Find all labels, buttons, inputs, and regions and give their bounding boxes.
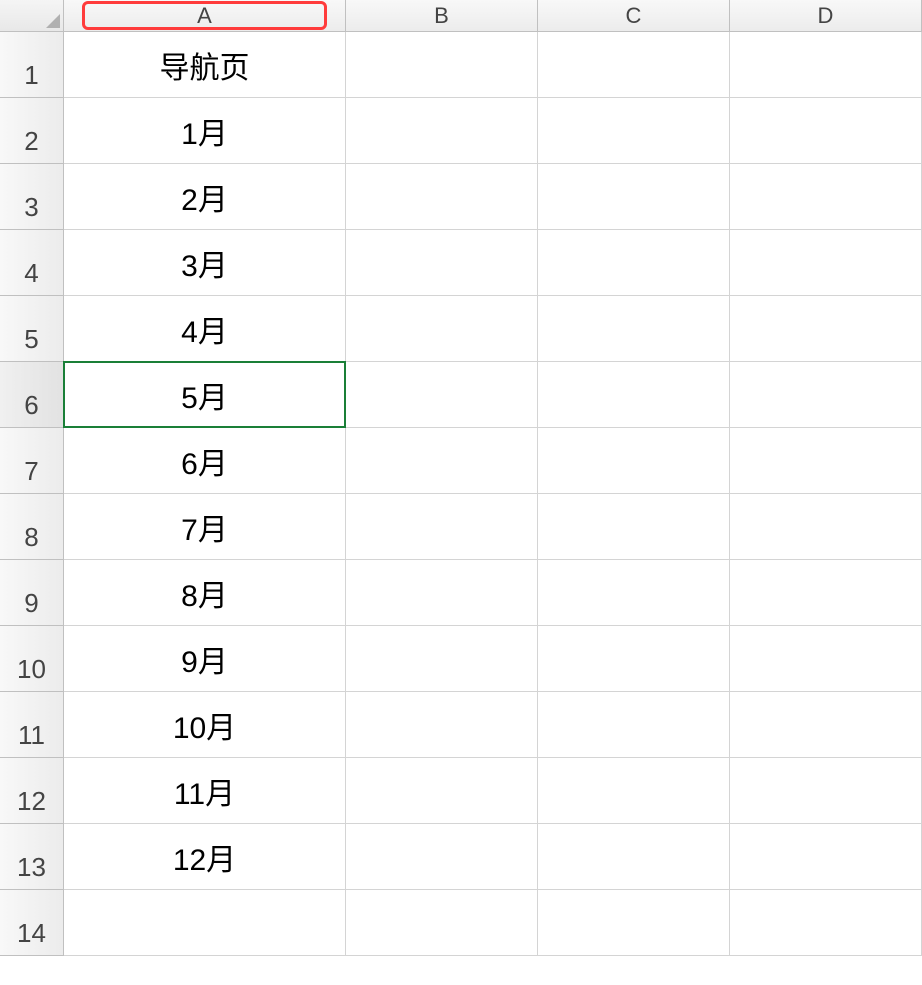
cell-d8[interactable] — [730, 494, 922, 560]
cell-c2[interactable] — [538, 98, 730, 164]
cell-c13[interactable] — [538, 824, 730, 890]
cell-b7[interactable] — [346, 428, 538, 494]
cell-d5[interactable] — [730, 296, 922, 362]
cell-c10[interactable] — [538, 626, 730, 692]
select-all-corner[interactable] — [0, 0, 64, 32]
cell-c4[interactable] — [538, 230, 730, 296]
column-header-a[interactable]: A — [64, 0, 346, 32]
row-header-7[interactable]: 7 — [0, 428, 64, 494]
row-header-5[interactable]: 5 — [0, 296, 64, 362]
column-header-d[interactable]: D — [730, 0, 922, 32]
cell-b6[interactable] — [346, 362, 538, 428]
cell-a3[interactable]: 2月 — [64, 164, 346, 230]
cell-d4[interactable] — [730, 230, 922, 296]
cell-c3[interactable] — [538, 164, 730, 230]
row-header-12[interactable]: 12 — [0, 758, 64, 824]
row-header-2[interactable]: 2 — [0, 98, 64, 164]
cell-a13[interactable]: 12月 — [64, 824, 346, 890]
row-header-14[interactable]: 14 — [0, 890, 64, 956]
cell-b4[interactable] — [346, 230, 538, 296]
cell-b11[interactable] — [346, 692, 538, 758]
cell-a10[interactable]: 9月 — [64, 626, 346, 692]
cell-c7[interactable] — [538, 428, 730, 494]
cell-a9[interactable]: 8月 — [64, 560, 346, 626]
cell-b8[interactable] — [346, 494, 538, 560]
row-header-4[interactable]: 4 — [0, 230, 64, 296]
cell-c5[interactable] — [538, 296, 730, 362]
cell-a11[interactable]: 10月 — [64, 692, 346, 758]
row-header-13[interactable]: 13 — [0, 824, 64, 890]
cell-a12[interactable]: 11月 — [64, 758, 346, 824]
cell-a6[interactable]: 5月 — [64, 362, 346, 428]
row-header-10[interactable]: 10 — [0, 626, 64, 692]
cell-b10[interactable] — [346, 626, 538, 692]
cell-b14[interactable] — [346, 890, 538, 956]
cell-c12[interactable] — [538, 758, 730, 824]
cell-d6[interactable] — [730, 362, 922, 428]
row-header-1[interactable]: 1 — [0, 32, 64, 98]
cell-b12[interactable] — [346, 758, 538, 824]
cell-a2[interactable]: 1月 — [64, 98, 346, 164]
cell-d1[interactable] — [730, 32, 922, 98]
cell-d9[interactable] — [730, 560, 922, 626]
cell-a8[interactable]: 7月 — [64, 494, 346, 560]
cell-d2[interactable] — [730, 98, 922, 164]
cell-c1[interactable] — [538, 32, 730, 98]
cell-c6[interactable] — [538, 362, 730, 428]
cell-b9[interactable] — [346, 560, 538, 626]
row-header-3[interactable]: 3 — [0, 164, 64, 230]
cell-a14[interactable] — [64, 890, 346, 956]
cell-c14[interactable] — [538, 890, 730, 956]
cell-a1[interactable]: 导航页 — [64, 32, 346, 98]
cell-a5[interactable]: 4月 — [64, 296, 346, 362]
cell-c8[interactable] — [538, 494, 730, 560]
row-header-11[interactable]: 11 — [0, 692, 64, 758]
row-header-9[interactable]: 9 — [0, 560, 64, 626]
row-header-6[interactable]: 6 — [0, 362, 64, 428]
cell-d3[interactable] — [730, 164, 922, 230]
cell-c11[interactable] — [538, 692, 730, 758]
cell-b13[interactable] — [346, 824, 538, 890]
cell-b1[interactable] — [346, 32, 538, 98]
cell-b3[interactable] — [346, 164, 538, 230]
column-header-b[interactable]: B — [346, 0, 538, 32]
cell-d7[interactable] — [730, 428, 922, 494]
cell-b2[interactable] — [346, 98, 538, 164]
cell-d11[interactable] — [730, 692, 922, 758]
column-header-c[interactable]: C — [538, 0, 730, 32]
cell-d10[interactable] — [730, 626, 922, 692]
cell-b5[interactable] — [346, 296, 538, 362]
row-header-8[interactable]: 8 — [0, 494, 64, 560]
cell-d12[interactable] — [730, 758, 922, 824]
cell-a4[interactable]: 3月 — [64, 230, 346, 296]
cell-d14[interactable] — [730, 890, 922, 956]
cell-a7[interactable]: 6月 — [64, 428, 346, 494]
cell-c9[interactable] — [538, 560, 730, 626]
cell-d13[interactable] — [730, 824, 922, 890]
